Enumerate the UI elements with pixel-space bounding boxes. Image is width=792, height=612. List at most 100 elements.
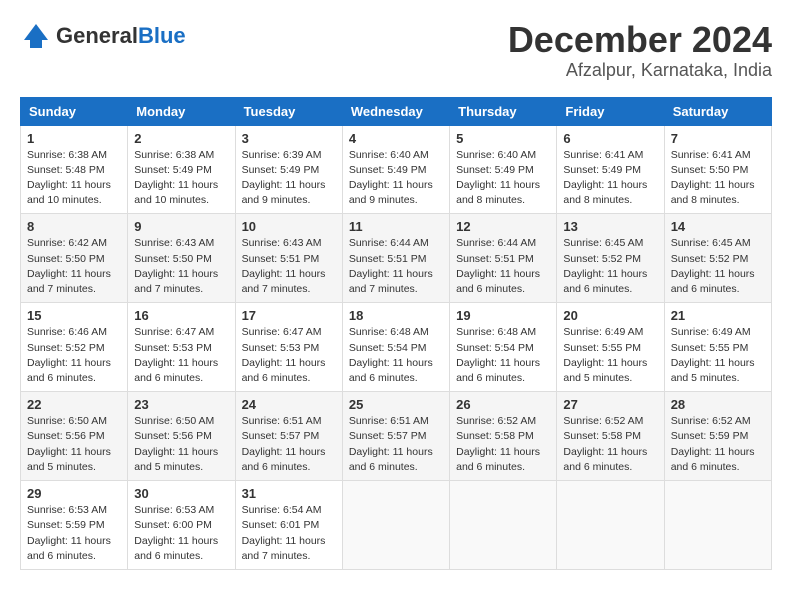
- daylight-line2: and 10 minutes.: [27, 194, 102, 206]
- sunset-time: Sunset: 5:55 PM: [563, 342, 641, 354]
- day-number: 9: [134, 219, 228, 234]
- sunset-time: Sunset: 5:54 PM: [349, 342, 427, 354]
- day-info: Sunrise: 6:44 AMSunset: 5:51 PMDaylight:…: [349, 236, 443, 297]
- sunrise-time: Sunrise: 6:52 AM: [456, 415, 536, 427]
- day-info: Sunrise: 6:51 AMSunset: 5:57 PMDaylight:…: [349, 414, 443, 475]
- sunset-time: Sunset: 5:50 PM: [27, 253, 105, 265]
- day-number: 6: [563, 131, 657, 146]
- column-header-tuesday: Tuesday: [235, 97, 342, 125]
- day-number: 15: [27, 308, 121, 323]
- calendar-day-cell: 15Sunrise: 6:46 AMSunset: 5:52 PMDayligh…: [21, 303, 128, 392]
- sunrise-time: Sunrise: 6:46 AM: [27, 326, 107, 338]
- sunrise-time: Sunrise: 6:49 AM: [563, 326, 643, 338]
- sunrise-time: Sunrise: 6:53 AM: [27, 504, 107, 516]
- sunrise-time: Sunrise: 6:49 AM: [671, 326, 751, 338]
- daylight-line2: and 6 minutes.: [671, 461, 740, 473]
- daylight-line1: Daylight: 11 hours: [242, 268, 326, 280]
- column-header-monday: Monday: [128, 97, 235, 125]
- day-info: Sunrise: 6:52 AMSunset: 5:59 PMDaylight:…: [671, 414, 765, 475]
- day-number: 11: [349, 219, 443, 234]
- daylight-line1: Daylight: 11 hours: [456, 446, 540, 458]
- daylight-line1: Daylight: 11 hours: [134, 535, 218, 547]
- daylight-line2: and 6 minutes.: [563, 283, 632, 295]
- daylight-line1: Daylight: 11 hours: [27, 535, 111, 547]
- calendar-day-cell: 17Sunrise: 6:47 AMSunset: 5:53 PMDayligh…: [235, 303, 342, 392]
- sunset-time: Sunset: 5:58 PM: [456, 430, 534, 442]
- sunrise-time: Sunrise: 6:47 AM: [134, 326, 214, 338]
- calendar-week-row: 29Sunrise: 6:53 AMSunset: 5:59 PMDayligh…: [21, 481, 772, 570]
- daylight-line2: and 7 minutes.: [27, 283, 96, 295]
- sunrise-time: Sunrise: 6:41 AM: [671, 149, 751, 161]
- calendar-day-cell: 6Sunrise: 6:41 AMSunset: 5:49 PMDaylight…: [557, 125, 664, 214]
- daylight-line1: Daylight: 11 hours: [27, 446, 111, 458]
- day-number: 5: [456, 131, 550, 146]
- calendar-week-row: 15 Sunrise: 6:46 AM Sunset: 5:52 PM Dayligh…: [21, 303, 772, 392]
- day-info: Sunrise: 6:39 AMSunset: 5:49 PMDaylight:…: [242, 148, 336, 209]
- daylight-line1: Daylight: 11 hours: [134, 446, 218, 458]
- daylight-line2: and 6 minutes.: [456, 461, 525, 473]
- daylight-line2: and 6 minutes.: [242, 461, 311, 473]
- calendar-day-cell: 3Sunrise: 6:39 AMSunset: 5:49 PMDaylight…: [235, 125, 342, 214]
- sunset-time: Sunset: 5:48 PM: [27, 164, 105, 176]
- column-header-wednesday: Wednesday: [342, 97, 449, 125]
- sunrise-time: Sunrise: 6:51 AM: [242, 415, 322, 427]
- day-info: Sunrise: 6:50 AMSunset: 5:56 PMDaylight:…: [134, 414, 228, 475]
- sunset-time: Sunset: 5:49 PM: [349, 164, 427, 176]
- calendar-day-cell: 1Sunrise: 6:38 AMSunset: 5:48 PMDaylight…: [21, 125, 128, 214]
- daylight-line1: Daylight: 11 hours: [456, 179, 540, 191]
- calendar-day-cell: 25Sunrise: 6:51 AMSunset: 5:57 PMDayligh…: [342, 392, 449, 481]
- sunrise-time: Sunrise: 6:45 AM: [563, 237, 643, 249]
- sunset-time: Sunset: 5:53 PM: [134, 342, 212, 354]
- column-header-thursday: Thursday: [450, 97, 557, 125]
- calendar-day-cell: 12Sunrise: 6:44 AMSunset: 5:51 PMDayligh…: [450, 214, 557, 303]
- day-info: Sunrise: 6:42 AMSunset: 5:50 PMDaylight:…: [27, 236, 121, 297]
- daylight-line1: Daylight: 11 hours: [563, 357, 647, 369]
- day-info: Sunrise: 6:45 AMSunset: 5:52 PMDaylight:…: [563, 236, 657, 297]
- day-info: Sunrise: 6:44 AMSunset: 5:51 PMDaylight:…: [456, 236, 550, 297]
- calendar-day-cell: 27Sunrise: 6:52 AMSunset: 5:58 PMDayligh…: [557, 392, 664, 481]
- calendar-day-cell: 9Sunrise: 6:43 AMSunset: 5:50 PMDaylight…: [128, 214, 235, 303]
- daylight-line1: Daylight: 11 hours: [456, 268, 540, 280]
- daylight-line2: and 6 minutes.: [456, 283, 525, 295]
- calendar-day-cell: 31Sunrise: 6:54 AMSunset: 6:01 PMDayligh…: [235, 481, 342, 570]
- calendar-day-cell: 5Sunrise: 6:40 AMSunset: 5:49 PMDaylight…: [450, 125, 557, 214]
- sunset-time: Sunset: 5:52 PM: [27, 342, 105, 354]
- daylight-line2: and 6 minutes.: [134, 372, 203, 384]
- day-info: Sunrise: 6:40 AMSunset: 5:49 PMDaylight:…: [349, 148, 443, 209]
- sunrise-time: Sunrise: 6:38 AM: [27, 149, 107, 161]
- sunrise-time: Sunrise: 6:47 AM: [242, 326, 322, 338]
- daylight-line2: and 8 minutes.: [563, 194, 632, 206]
- day-number: 24: [242, 397, 336, 412]
- day-info: Sunrise: 6:53 AMSunset: 5:59 PMDaylight:…: [27, 503, 121, 564]
- calendar-header-row: SundayMondayTuesdayWednesdayThursdayFrid…: [21, 97, 772, 125]
- calendar-table: SundayMondayTuesdayWednesdayThursdayFrid…: [20, 97, 772, 570]
- day-number: 13: [563, 219, 657, 234]
- day-info: Sunrise: 6:53 AMSunset: 6:00 PMDaylight:…: [134, 503, 228, 564]
- daylight-line2: and 9 minutes.: [349, 194, 418, 206]
- daylight-line1: Daylight: 11 hours: [563, 446, 647, 458]
- daylight-line1: Daylight: 11 hours: [456, 357, 540, 369]
- day-info: Sunrise: 6:51 AMSunset: 5:57 PMDaylight:…: [242, 414, 336, 475]
- daylight-line2: and 6 minutes.: [27, 550, 96, 562]
- day-number: 14: [671, 219, 765, 234]
- daylight-line2: and 5 minutes.: [134, 461, 203, 473]
- sunrise-time: Sunrise: 6:40 AM: [349, 149, 429, 161]
- day-number: 23: [134, 397, 228, 412]
- day-number: 10: [242, 219, 336, 234]
- daylight-line2: and 7 minutes.: [349, 283, 418, 295]
- calendar-day-cell: 30Sunrise: 6:53 AMSunset: 6:00 PMDayligh…: [128, 481, 235, 570]
- day-number: 18: [349, 308, 443, 323]
- daylight-line2: and 7 minutes.: [242, 550, 311, 562]
- logo: GeneralBlue: [20, 20, 186, 52]
- daylight-line2: and 10 minutes.: [134, 194, 209, 206]
- daylight-line1: Daylight: 11 hours: [27, 179, 111, 191]
- daylight-line1: Daylight: 11 hours: [671, 179, 755, 191]
- sunset-time: Sunset: 5:49 PM: [563, 164, 641, 176]
- sunrise-time: Sunrise: 6:53 AM: [134, 504, 214, 516]
- daylight-line2: and 6 minutes.: [242, 372, 311, 384]
- sunrise-time: Sunrise: 6:40 AM: [456, 149, 536, 161]
- sunset-time: Sunset: 5:50 PM: [134, 253, 212, 265]
- sunrise-time: Sunrise: 6:50 AM: [134, 415, 214, 427]
- day-info: Sunrise: 6:43 AMSunset: 5:51 PMDaylight:…: [242, 236, 336, 297]
- sunset-time: Sunset: 5:49 PM: [134, 164, 212, 176]
